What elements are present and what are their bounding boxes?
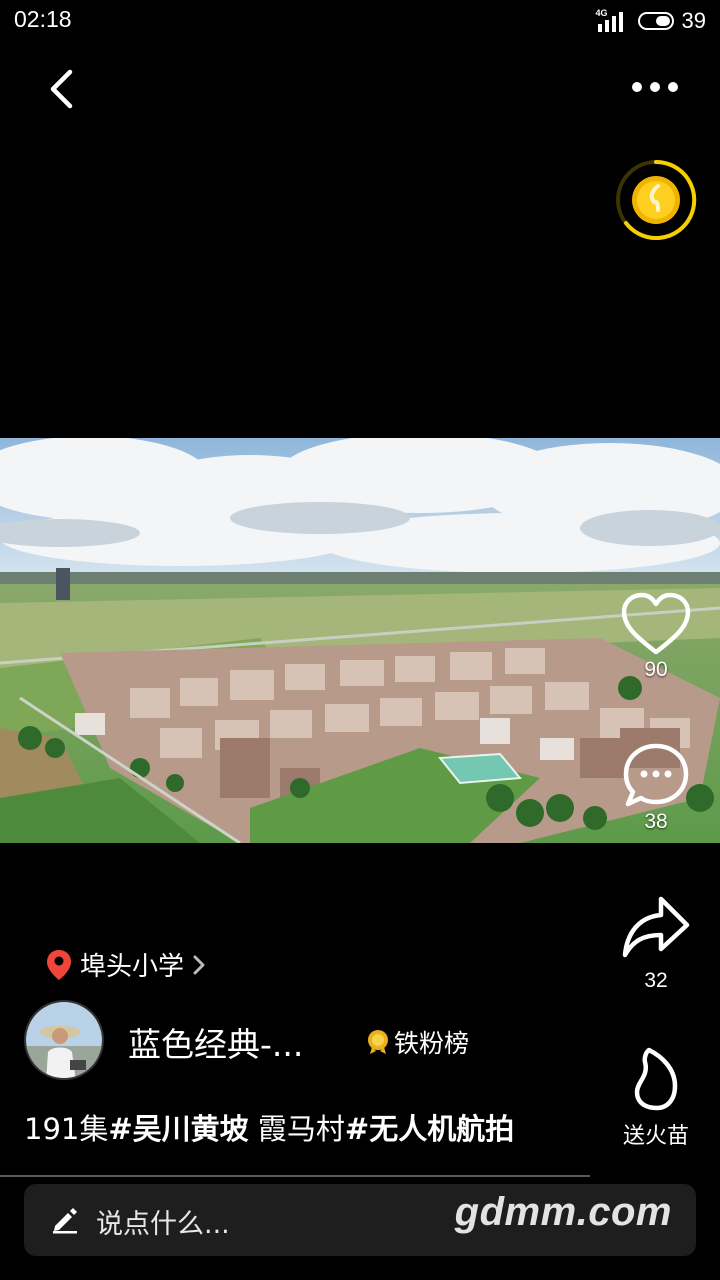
location-pin-icon [47, 949, 71, 980]
divider [0, 1175, 590, 1177]
signal-icon: 4G [595, 8, 630, 32]
video-caption: 191集#吴川黄坡 霞马村#无人机航拍 [24, 1106, 514, 1148]
comment-placeholder: 说点什么... [96, 1209, 230, 1240]
send-flame-label: 送火苗 [622, 1123, 689, 1148]
fans-ranking-label: 铁粉榜 [394, 1029, 470, 1058]
more-horizontal-icon [632, 82, 678, 92]
comment-button[interactable]: 38 [606, 742, 706, 834]
watermark: gdmm.com [454, 1190, 672, 1234]
status-time: 02:18 [14, 6, 72, 32]
comment-count: 38 [644, 810, 668, 833]
battery-level: 39 [681, 8, 706, 33]
avatar-photo [26, 1002, 102, 1078]
comment-icon [623, 743, 689, 807]
status-bar: 02:18 4G 39 [0, 0, 720, 40]
share-button[interactable]: 32 [606, 893, 706, 993]
gold-coin-icon [616, 159, 697, 240]
chevron-left-icon [50, 69, 73, 109]
hashtag-link[interactable]: #吴川黄坡 [108, 1112, 248, 1146]
pencil-icon [53, 1208, 77, 1234]
author-avatar[interactable] [24, 1000, 104, 1080]
chevron-right-icon [193, 955, 205, 974]
status-right: 4G 39 [596, 8, 706, 34]
caption-episode: 191集 [24, 1112, 109, 1146]
heart-icon [621, 592, 691, 655]
fans-ranking-badge[interactable]: 铁粉榜 [366, 1024, 469, 1060]
network-type: 4G [595, 8, 608, 18]
caption-text: 霞马村 [248, 1112, 345, 1146]
like-count: 90 [644, 658, 668, 681]
coin-reward-button[interactable] [614, 158, 698, 242]
author-name[interactable]: 蓝色经典-... [128, 1018, 303, 1066]
share-count: 32 [644, 969, 668, 992]
location-tag[interactable]: 埠头小学 [46, 946, 206, 983]
share-icon [622, 896, 690, 958]
medal-icon [368, 1030, 388, 1054]
more-options-button[interactable] [624, 66, 686, 108]
battery-icon [637, 12, 674, 30]
back-button[interactable] [38, 62, 88, 116]
send-flame-button[interactable]: 送火苗 [606, 1046, 706, 1150]
like-button[interactable]: 90 [606, 592, 706, 682]
hashtag-link[interactable]: #无人机航拍 [345, 1112, 514, 1146]
location-name: 埠头小学 [80, 952, 185, 982]
comment-input[interactable]: 说点什么... gdmm.com [24, 1184, 696, 1256]
flame-icon [634, 1047, 678, 1111]
